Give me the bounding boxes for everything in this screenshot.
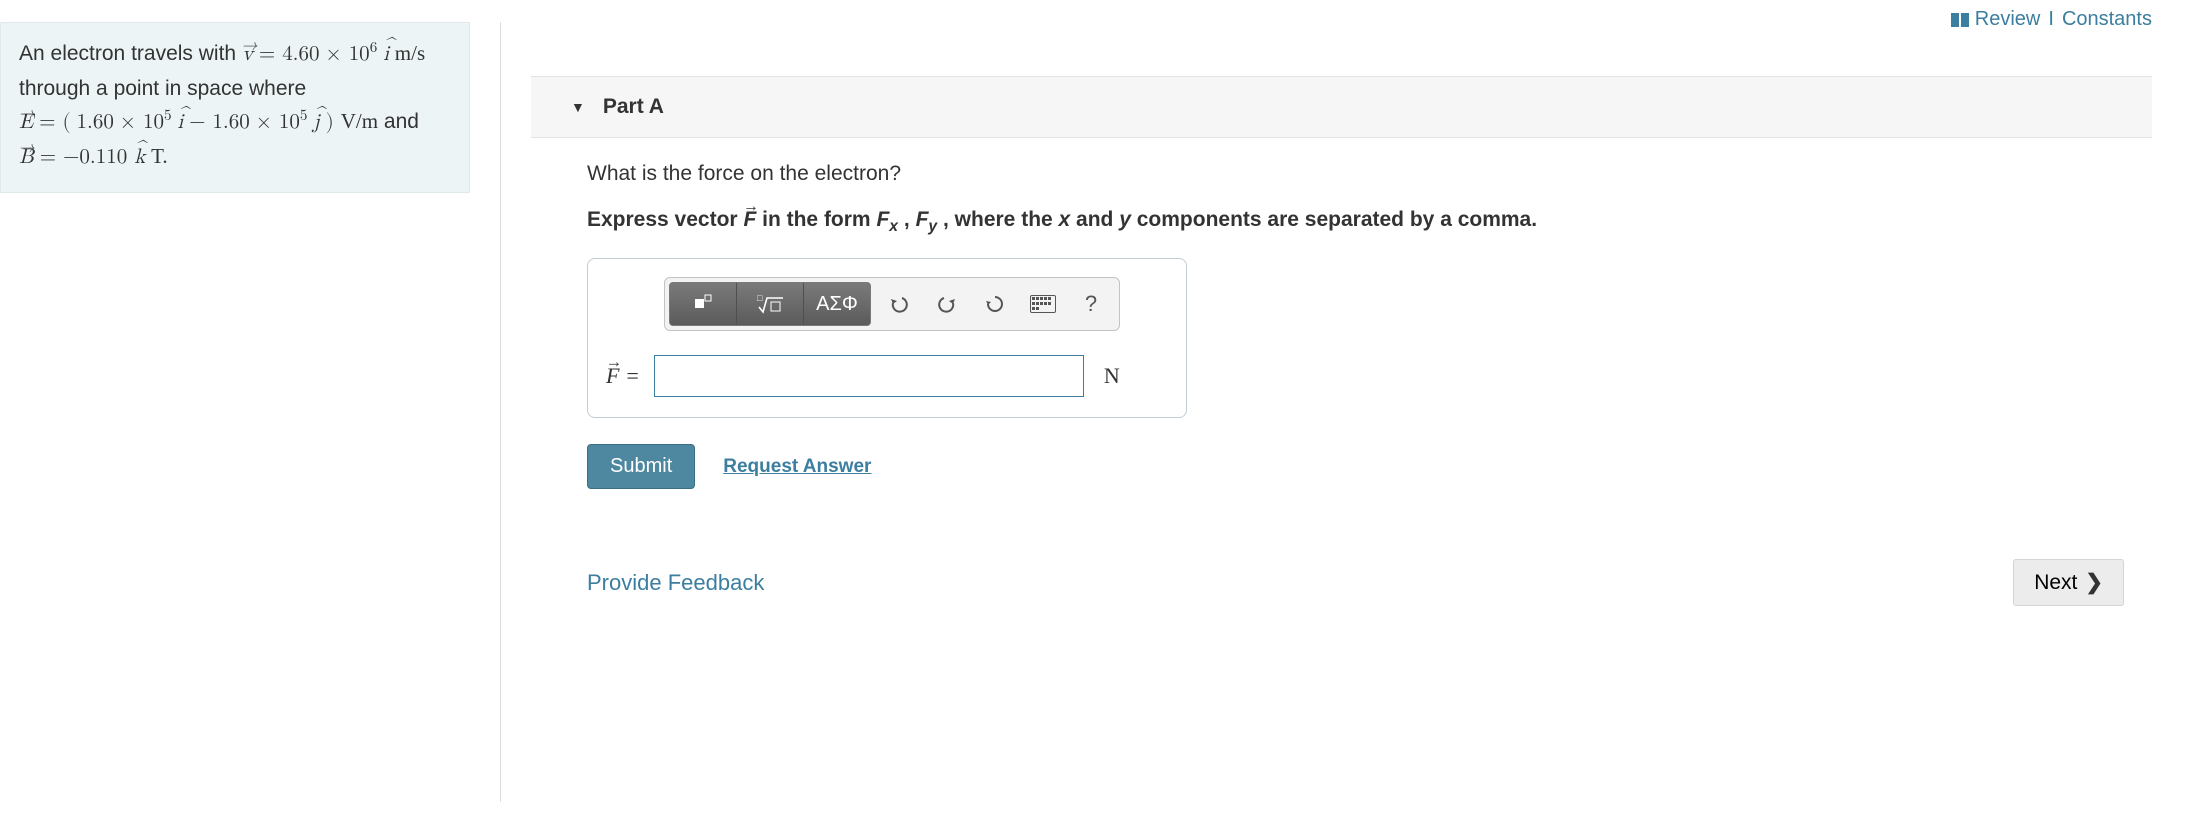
undo-button[interactable] [875,283,923,325]
chevron-down-icon: ▼ [571,99,585,115]
v-coeff: 4.60 [282,44,319,65]
keyboard-button[interactable] [1019,283,1067,325]
answer-input[interactable] [654,355,1084,397]
i-hat: i [383,44,389,65]
svg-text:□: □ [757,293,763,303]
equation-toolbar: □ ΑΣΦ ? [664,277,1120,331]
E2-base: 10 [279,112,300,133]
E1-base: 10 [143,112,164,133]
E-unit: V/m [341,109,378,133]
help-button[interactable]: ? [1067,283,1115,325]
minus: − [189,112,212,133]
answer-unit: N [1104,363,1120,389]
question-text: What is the force on the electron? [587,162,2128,186]
problem-text: through a point in space where [19,72,451,106]
instruction-text: Express vector F in the form Fx , Fy , w… [587,208,2128,232]
part-title: Part A [603,95,664,119]
sub-x: x [889,218,898,235]
part-a-header[interactable]: ▼ Part A [531,76,2152,138]
and-text: and [384,110,419,133]
comma: , [904,208,916,231]
next-button[interactable]: Next ❯ [2013,559,2124,606]
k-hat: k [134,147,145,168]
Fx: F [876,208,889,231]
greek-button[interactable]: ΑΣΦ [804,283,870,325]
vector-v: v [242,44,253,65]
var-y: y [1119,208,1131,231]
keyboard-icon [1030,295,1056,313]
E1-coeff: 1.60 [76,112,113,133]
v-unit: m/s [395,41,425,65]
instr-d: and [1070,208,1119,231]
E2-exp: 5 [300,108,308,123]
provide-feedback-link[interactable]: Provide Feedback [587,570,764,596]
var-x: x [1059,208,1071,231]
v-base: 10 [349,44,370,65]
reset-button[interactable] [971,283,1019,325]
next-label: Next [2034,571,2077,595]
answer-label-F: F [606,363,619,388]
instr-c: , where the [943,208,1059,231]
answer-label-eq: = [619,363,639,388]
answer-box: □ ΑΣΦ ? [587,258,1187,418]
times: × [120,112,143,133]
vector-B: B [19,147,34,168]
problem-text: An electron travels with [19,42,242,65]
times: × [325,44,348,65]
sub-y: y [928,218,937,235]
problem-statement: An electron travels with v = 4.60 × 106 … [0,22,470,193]
vector-E: E [19,112,33,133]
equals: = [259,44,282,65]
E2-coeff: 1.60 [212,112,249,133]
Fy: F [916,208,929,231]
open-paren: = ( [39,112,70,133]
chevron-right-icon: ❯ [2085,570,2103,595]
equals: = [40,147,63,168]
E1-exp: 5 [164,108,172,123]
instr-e: components are separated by a comma. [1131,208,1537,231]
redo-button[interactable] [923,283,971,325]
j-hat: j [313,112,319,133]
v-exp: 6 [370,40,378,55]
B-unit: T. [151,144,168,168]
template-button[interactable] [670,283,737,325]
vector-F: F [743,208,756,231]
close-paren: ) [326,112,341,133]
radical-button[interactable]: □ [737,283,804,325]
instr-a: Express vector [587,208,743,231]
B-value: −0.110 [63,147,134,168]
submit-button[interactable]: Submit [587,444,695,489]
request-answer-link[interactable]: Request Answer [723,456,871,478]
times: × [256,112,279,133]
i-hat: i [177,112,183,133]
instr-b: in the form [762,208,876,231]
